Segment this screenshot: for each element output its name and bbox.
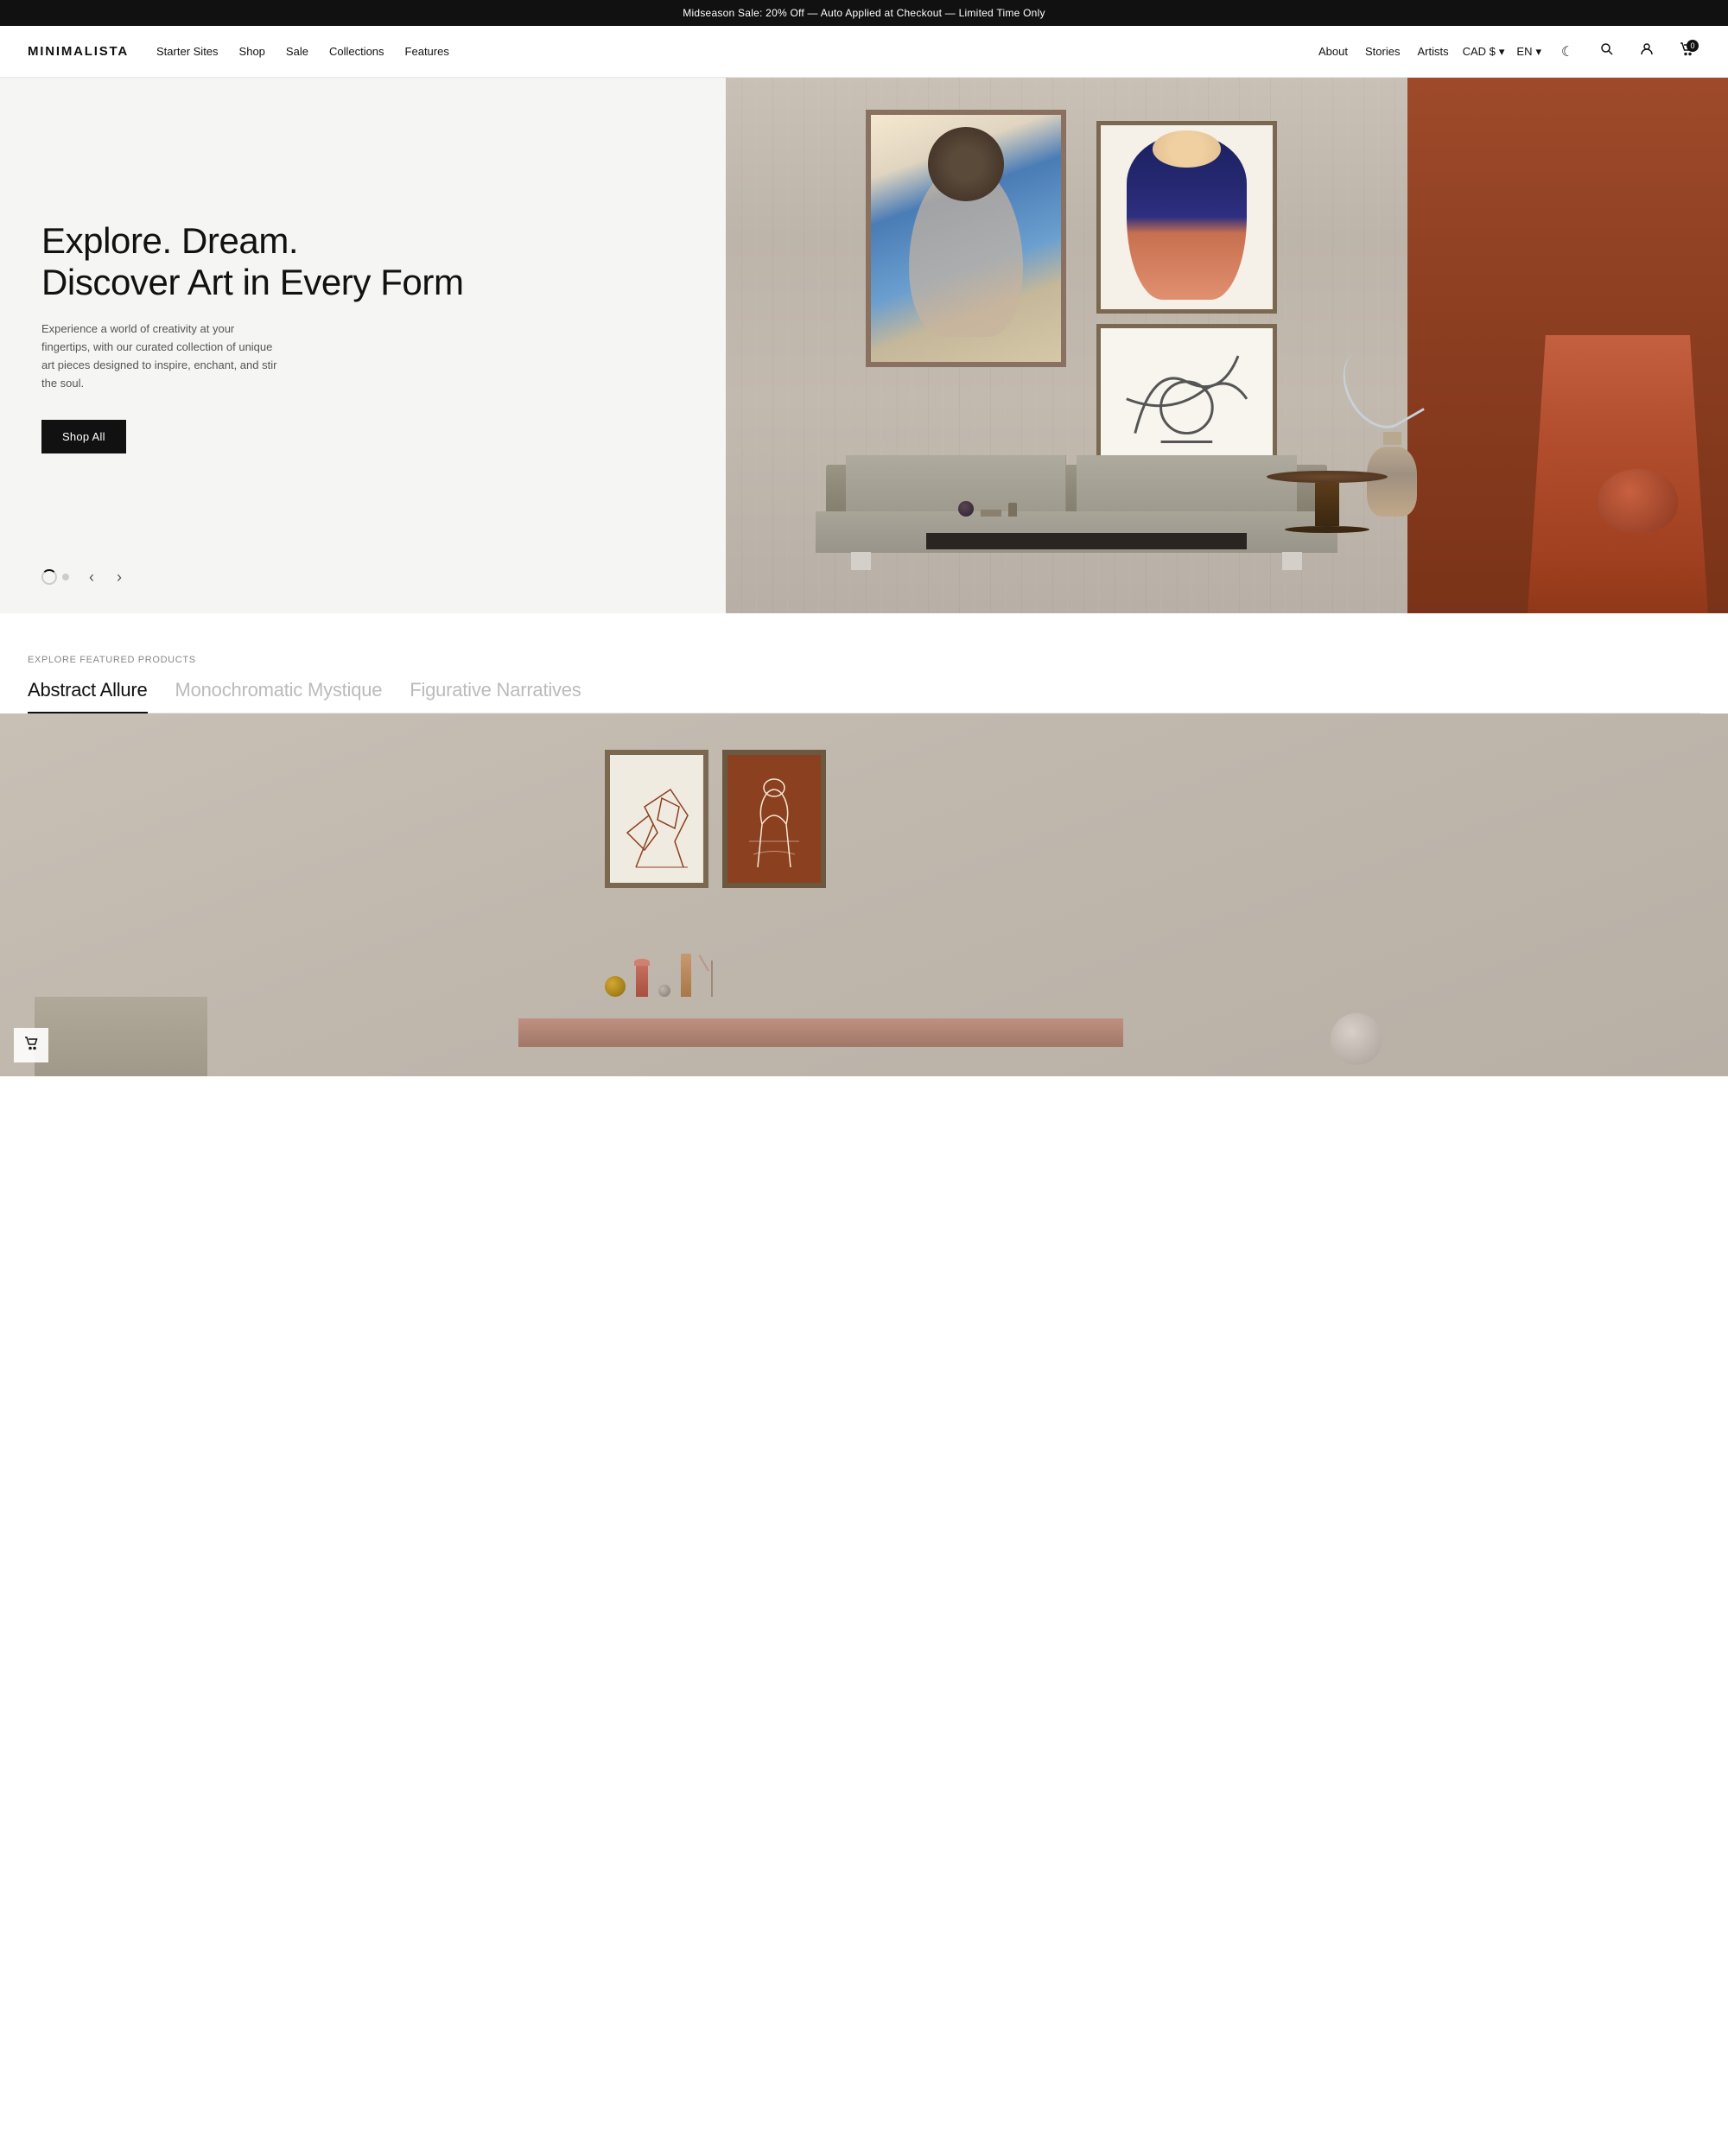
tab-abstract-allure[interactable]: Abstract Allure — [28, 679, 148, 713]
coffee-table — [926, 533, 1247, 587]
side-table-top — [1267, 471, 1387, 483]
carousel-dots — [41, 569, 69, 585]
nav-about[interactable]: About — [1318, 45, 1348, 58]
coffee-table-items — [958, 501, 1017, 517]
currency-selector[interactable]: CAD $ ▾ — [1463, 45, 1505, 59]
sofa-cushion-2 — [1077, 455, 1297, 511]
hero-description: Experience a world of creativity at your… — [41, 320, 283, 392]
hero-content: Explore. Dream. Discover Art in Every Fo… — [0, 78, 726, 613]
decorative-small-vase — [1008, 503, 1017, 517]
hero-image — [726, 78, 1728, 613]
header-icons: CAD $ ▾ EN ▾ ☾ — [1463, 38, 1700, 66]
primary-nav: Starter Sites Shop Sale Collections Feat… — [156, 45, 449, 58]
concrete-block-left — [35, 997, 207, 1076]
art-frames — [605, 750, 826, 888]
collection-tabs: Abstract Allure Monochromatic Mystique F… — [28, 679, 1700, 713]
header-left: MINIMALISTA Starter Sites Shop Sale Coll… — [28, 44, 449, 59]
nav-item-collections[interactable]: Collections — [329, 45, 384, 58]
art-frame-beige — [605, 750, 708, 888]
announcement-text: Midseason Sale: 20% Off — Auto Applied a… — [683, 7, 1045, 19]
cart-button[interactable]: 0 — [1673, 38, 1700, 66]
language-label: EN — [1516, 45, 1532, 58]
currency-label: CAD $ — [1463, 45, 1496, 58]
tab-figurative-narratives[interactable]: Figurative Narratives — [410, 679, 581, 713]
header: MINIMALISTA Starter Sites Shop Sale Coll… — [0, 26, 1728, 78]
art-frame-brown — [722, 750, 826, 888]
side-table — [1267, 471, 1387, 533]
sculpture — [1347, 346, 1407, 431]
artwork-frame-3 — [1096, 324, 1277, 474]
nav-item-features[interactable]: Features — [405, 45, 449, 58]
account-button[interactable] — [1633, 38, 1661, 66]
carousel-arrows: ‹ › — [79, 565, 131, 589]
tall-narrow-vase — [681, 954, 691, 997]
small-grey-sphere — [658, 985, 670, 997]
user-icon — [1640, 42, 1654, 60]
nav-item-shop[interactable]: Shop — [239, 45, 265, 58]
carousel-next-button[interactable]: › — [107, 565, 131, 589]
shop-all-button[interactable]: Shop All — [41, 420, 126, 453]
nav-item-starter-sites[interactable]: Starter Sites — [156, 45, 219, 58]
search-icon — [1600, 42, 1614, 60]
artwork-frame-3-content — [1101, 328, 1273, 470]
tab-monochromatic-mystique[interactable]: Monochromatic Mystique — [175, 679, 383, 713]
carousel-dot-2[interactable] — [62, 574, 69, 580]
featured-label: Explore Featured Products — [28, 655, 1700, 665]
floor-vase-neck — [1383, 432, 1401, 445]
coffee-table-top — [926, 533, 1247, 549]
moon-icon: ☾ — [1561, 43, 1573, 60]
secondary-nav: About Stories Artists — [1318, 45, 1449, 58]
nav-artists[interactable]: Artists — [1417, 45, 1448, 58]
decorative-book — [981, 510, 1001, 517]
sofa-leg-left — [851, 552, 871, 571]
side-table-base — [1285, 526, 1369, 533]
cart-count: 0 — [1687, 40, 1699, 52]
language-chevron-icon: ▾ — [1535, 45, 1541, 59]
hero-controls: ‹ › — [41, 565, 131, 589]
sofa-cushion-1 — [846, 455, 1066, 511]
sofa-leg-right — [1282, 552, 1302, 571]
art-frame-brown-content — [727, 755, 821, 883]
large-floor-sphere — [1331, 1013, 1382, 1065]
artwork-frame-2-content — [1101, 125, 1273, 309]
abstract-art-scene — [0, 713, 1728, 1076]
artwork-frame-1 — [866, 110, 1066, 367]
side-table-pedestal — [1315, 483, 1339, 526]
featured-products-section: Explore Featured Products Abstract Allur… — [0, 613, 1728, 713]
quick-add-cart-button[interactable] — [14, 1028, 48, 1062]
hero-title: Explore. Dream. Discover Art in Every Fo… — [41, 220, 684, 304]
theme-toggle-button[interactable]: ☾ — [1553, 38, 1581, 66]
logo[interactable]: MINIMALISTA — [28, 44, 129, 59]
nav-stories[interactable]: Stories — [1365, 45, 1400, 58]
shelf-objects — [605, 945, 722, 997]
header-right: About Stories Artists CAD $ ▾ EN ▾ ☾ — [1318, 38, 1700, 66]
branch-decoration — [702, 945, 722, 997]
carousel-prev-button[interactable]: ‹ — [79, 565, 104, 589]
gold-sphere — [605, 976, 626, 997]
cart-icon-small — [24, 1037, 38, 1055]
artwork-frame-2 — [1096, 121, 1277, 314]
ball-vase — [1598, 469, 1678, 533]
announcement-bar: Midseason Sale: 20% Off — Auto Applied a… — [0, 0, 1728, 26]
search-button[interactable] — [1593, 38, 1621, 66]
art-frame-beige-content — [610, 755, 703, 883]
platform-shelf — [518, 1018, 1123, 1048]
hero-artwork-scene — [726, 78, 1728, 613]
terracotta-small-vase — [636, 964, 648, 997]
hero-section: Explore. Dream. Discover Art in Every Fo… — [0, 78, 1728, 613]
carousel-dot-1[interactable] — [41, 569, 57, 585]
product-image-section — [0, 713, 1728, 1076]
currency-chevron-icon: ▾ — [1499, 45, 1505, 59]
artwork-frame-1-content — [871, 115, 1061, 362]
decorative-sphere — [958, 501, 974, 517]
language-selector[interactable]: EN ▾ — [1516, 45, 1541, 59]
nav-item-sale[interactable]: Sale — [286, 45, 308, 58]
